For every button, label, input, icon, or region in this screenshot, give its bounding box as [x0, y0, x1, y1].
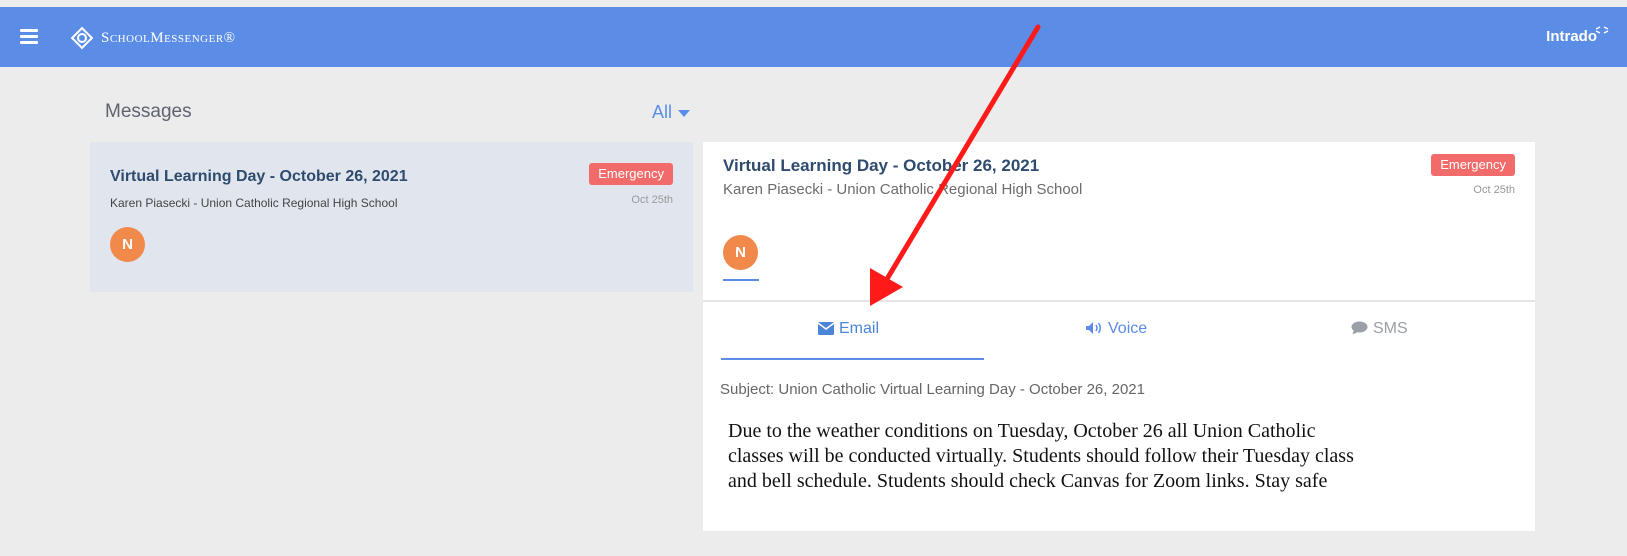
email-body-line: classes will be conducted virtually. Stu…: [728, 445, 1354, 467]
top-bar: SchoolMessenger® Intrado: [0, 7, 1627, 67]
recipient-avatar[interactable]: N: [723, 235, 758, 270]
partner-logo: Intrado: [1546, 28, 1597, 45]
brand-name: SchoolMessenger®: [101, 30, 236, 46]
avatar-selected-indicator: [723, 279, 759, 281]
chevron-down-icon: [678, 109, 691, 117]
tab-sms[interactable]: SMS: [1351, 320, 1408, 338]
envelope-icon: [817, 322, 835, 335]
avatar: N: [110, 227, 145, 262]
email-body-line: Due to the weather conditions on Tuesday…: [728, 420, 1316, 442]
filter-dropdown[interactable]: All: [652, 102, 691, 123]
schoolmessenger-logo-icon: [70, 26, 94, 50]
message-date: Oct 25th: [631, 194, 673, 206]
emergency-badge: Emergency: [589, 163, 673, 185]
message-list-item[interactable]: Virtual Learning Day - October 26, 2021 …: [90, 142, 693, 292]
email-body-line: and bell schedule. Students should check…: [728, 470, 1328, 492]
hamburger-icon[interactable]: [20, 29, 38, 45]
detail-title: Virtual Learning Day - October 26, 2021: [723, 156, 1040, 175]
message-title: Virtual Learning Day - October 26, 2021: [110, 168, 408, 185]
speaker-icon: [1086, 322, 1101, 334]
message-sender: Karen Piasecki - Union Catholic Regional…: [110, 196, 398, 210]
email-body: Due to the weather conditions on Tuesday…: [728, 419, 1518, 494]
detail-sender: Karen Piasecki - Union Catholic Regional…: [723, 181, 1083, 198]
emergency-badge: Emergency: [1431, 154, 1515, 176]
divider: [703, 300, 1535, 302]
messages-heading: Messages: [105, 101, 192, 122]
message-detail-panel: Virtual Learning Day - October 26, 2021 …: [703, 142, 1535, 531]
tab-voice[interactable]: Voice: [1085, 320, 1147, 338]
active-tab-indicator: [721, 358, 984, 360]
detail-date: Oct 25th: [1473, 184, 1515, 196]
partner-logo-icon: [1595, 26, 1609, 34]
tab-email[interactable]: Email: [817, 320, 880, 338]
email-subject: Subject: Union Catholic Virtual Learning…: [720, 381, 1145, 398]
tab-sms-label: SMS: [1373, 320, 1408, 337]
tab-email-label: Email: [839, 320, 880, 337]
filter-label: All: [652, 102, 673, 122]
chat-bubble-icon: [1351, 321, 1368, 335]
tab-voice-label: Voice: [1108, 320, 1148, 337]
